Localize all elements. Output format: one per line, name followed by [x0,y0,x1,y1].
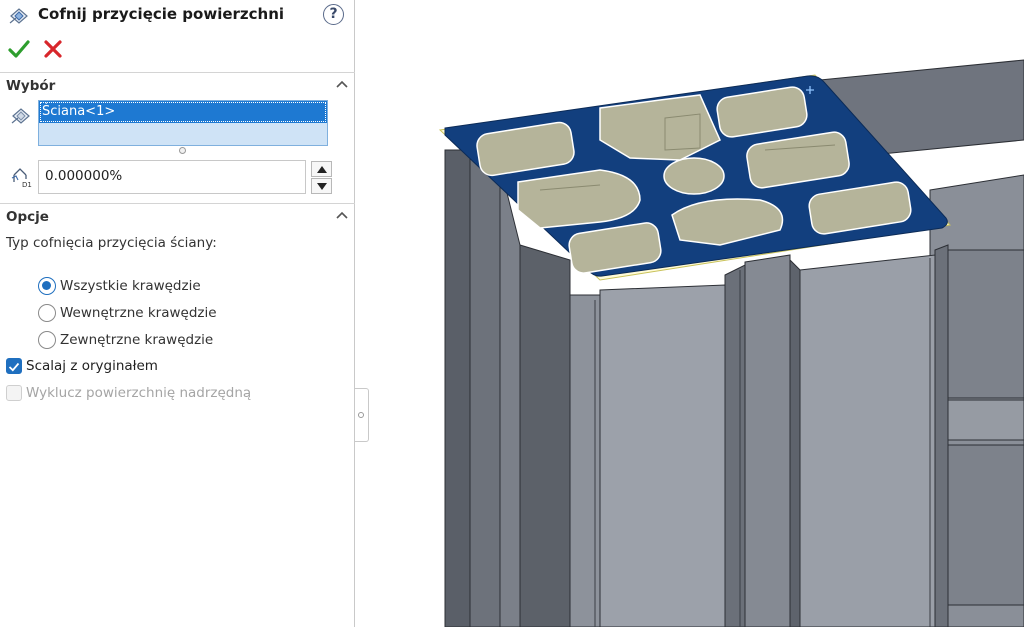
checkbox-label[interactable]: Scalaj z oryginałem [26,358,158,374]
x-icon [44,40,62,58]
aluminium-profile-model[interactable] [369,0,1024,627]
checkmark-icon [8,40,30,58]
radio-internal-edges[interactable] [38,304,56,322]
chevron-up-icon[interactable] [335,77,349,91]
exclude-parent-surface-checkbox [6,385,22,401]
panel-collapse-handle[interactable] [355,388,369,442]
arrow-up-icon [317,166,327,173]
radio-external-edges[interactable] [38,331,56,349]
page-title: Cofnij przycięcie powierzchni [38,5,285,23]
chevron-up-icon[interactable] [335,208,349,222]
merge-original-checkbox[interactable] [6,358,22,374]
spin-up-button[interactable] [311,161,332,177]
untrim-type-label: Typ cofnięcia przycięcia ściany: [6,235,217,251]
spin-down-button[interactable] [311,178,332,194]
distance-input[interactable]: 0.000000% [38,160,306,194]
property-manager-panel: Cofnij przycięcie powierzchni ? Wybór Śc… [0,0,355,627]
checkmark-icon [8,362,20,372]
section-label: Opcje [6,209,49,225]
handle-dot [358,412,364,418]
distance-extend-icon: D1 [10,166,34,189]
untrim-surface-icon [8,6,30,26]
face-selection-icon [10,106,32,126]
list-resize-handle[interactable] [179,147,186,154]
section-label: Wybór [6,78,56,94]
list-item[interactable]: Ściana<1> [39,101,327,123]
ok-button[interactable] [8,38,30,60]
selection-section-header[interactable]: Wybór [0,72,355,98]
options-section-header[interactable]: Opcje [0,203,355,229]
radio-label[interactable]: Zewnętrzne krawędzie [60,332,213,348]
svg-text:D1: D1 [22,181,32,188]
radio-label[interactable]: Wszystkie krawędzie [60,278,201,294]
checkbox-label: Wyklucz powierzchnię nadrzędną [26,385,252,401]
graphics-viewport[interactable] [369,0,1024,627]
cancel-button[interactable] [42,38,64,60]
selected-faces-list[interactable]: Ściana<1> [38,100,328,146]
panel-header: Cofnij przycięcie powierzchni ? [0,0,355,70]
arrow-down-icon [317,183,327,190]
help-button[interactable]: ? [323,4,344,25]
radio-all-edges[interactable] [38,277,56,295]
radio-label[interactable]: Wewnętrzne krawędzie [60,305,217,321]
